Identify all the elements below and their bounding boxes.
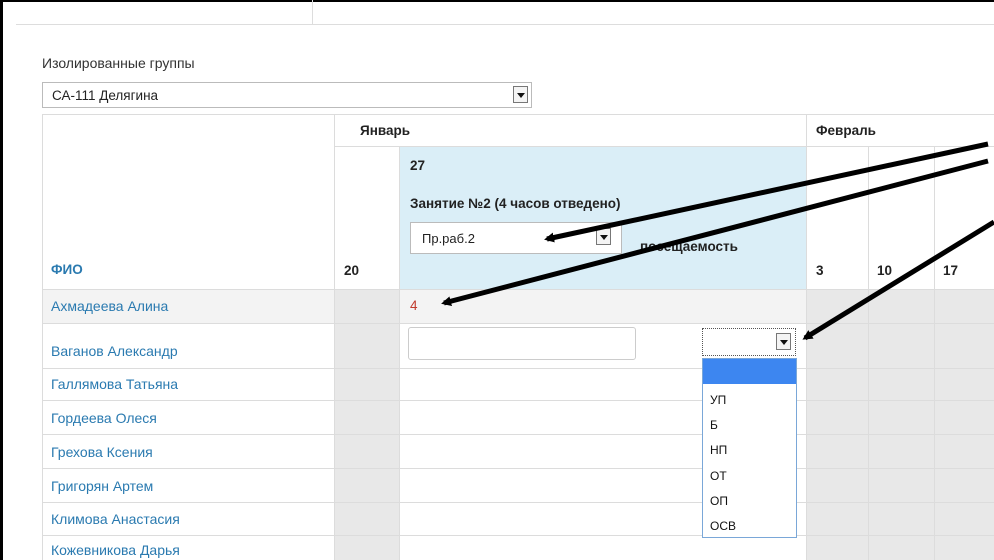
annotation-arrow (802, 219, 994, 341)
annotation-arrow (441, 158, 989, 307)
annotation-arrows (441, 141, 994, 341)
annotation-arrow (544, 141, 989, 243)
